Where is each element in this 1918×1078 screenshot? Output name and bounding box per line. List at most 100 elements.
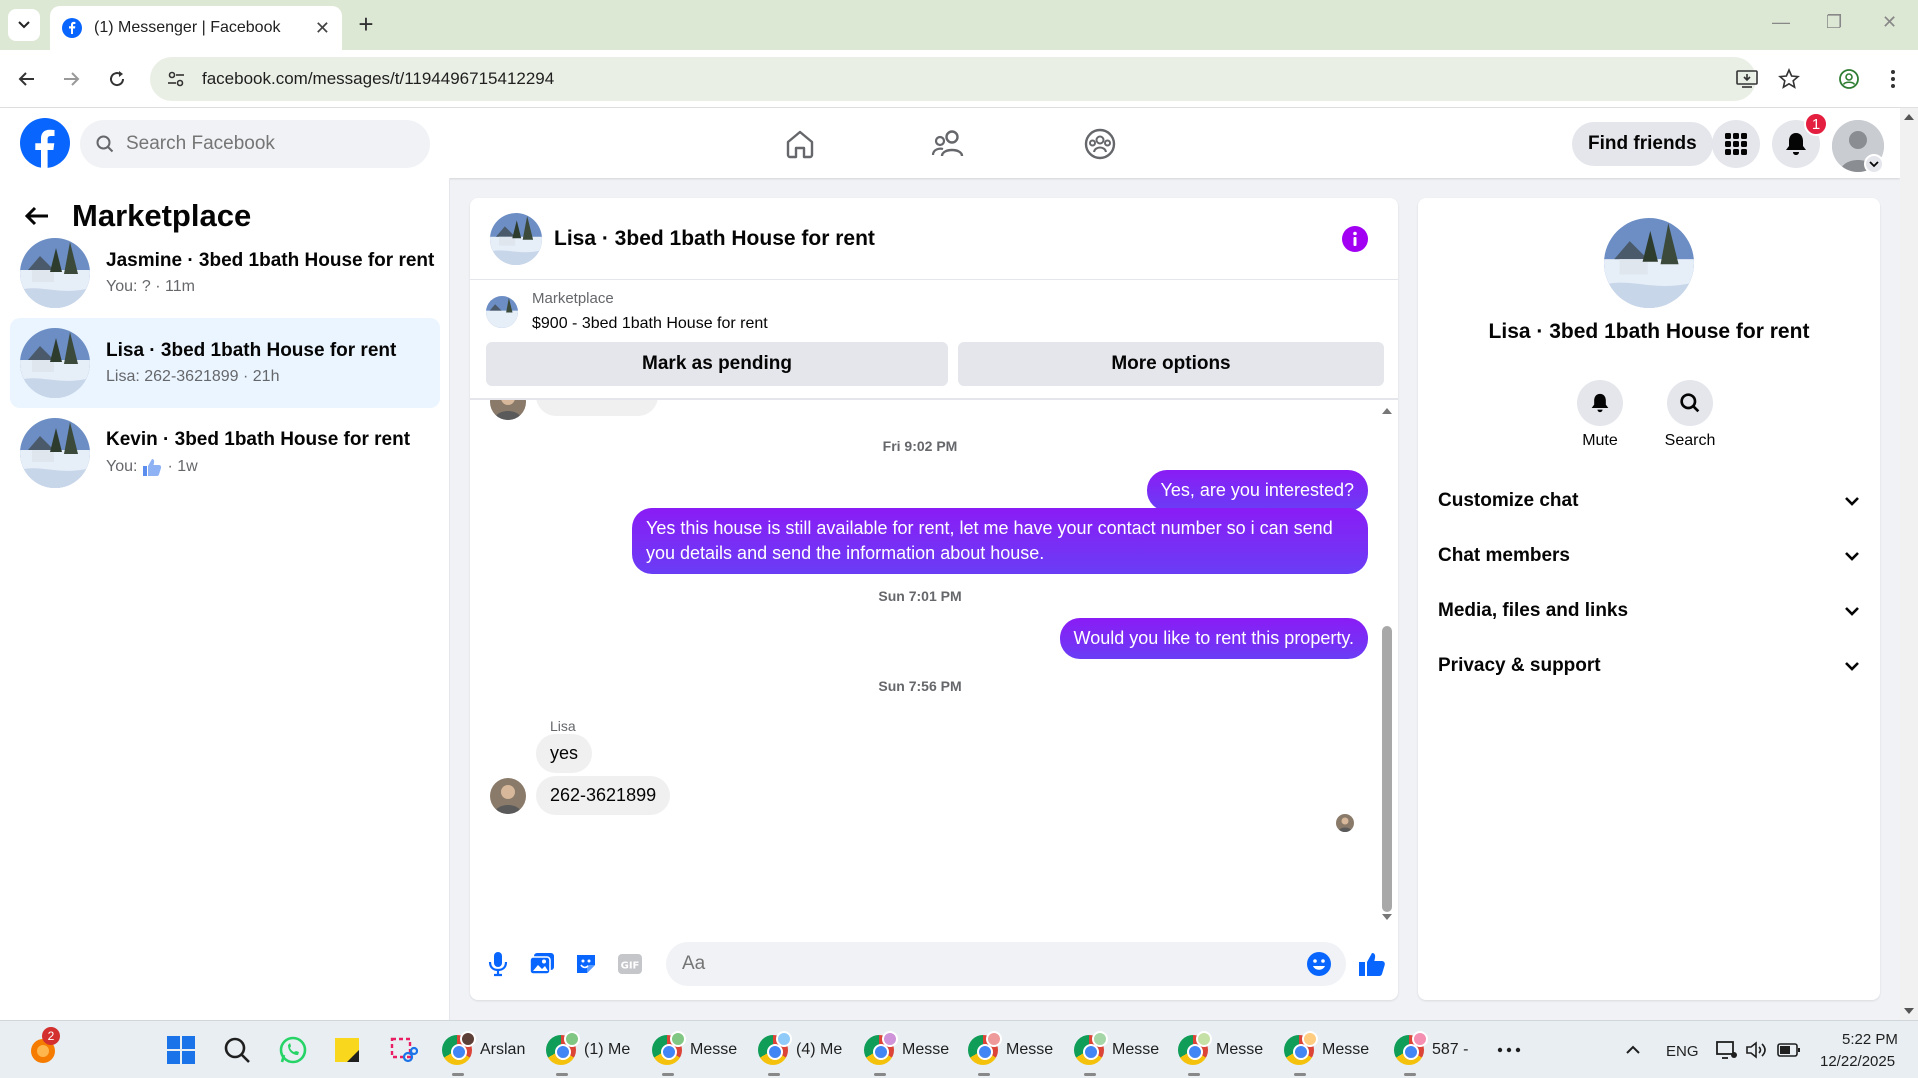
groups-nav-icon[interactable] [1080,124,1120,164]
taskbar-app-messenger[interactable]: Messe [1074,1031,1159,1076]
facebook-favicon-icon [62,18,82,38]
sticker-icon[interactable] [572,950,600,978]
chevron-down-icon [1845,552,1859,561]
chevron-down-icon [18,21,30,29]
language-indicator[interactable]: ENG [1666,1043,1699,1060]
chat-info-avatar[interactable] [1604,218,1694,308]
conversation-item-kevin[interactable]: Kevin · 3bed 1bath House for rent You: ·… [10,408,440,498]
search-icon[interactable] [220,1033,254,1067]
taskbar-app-messenger[interactable]: Messe [1178,1031,1263,1076]
install-app-icon[interactable] [1734,66,1760,92]
volume-icon[interactable] [1740,1033,1774,1067]
page-scrollbar[interactable] [1900,108,1918,1020]
sender-name: Lisa [550,718,576,734]
conversation-item-lisa[interactable]: Lisa · 3bed 1bath House for rent Lisa: 2… [10,318,440,408]
url-text: facebook.com/messages/t/1194496715412294 [202,69,555,88]
back-button[interactable] [14,66,40,92]
seen-avatar [1336,814,1354,832]
more-apps-icon[interactable] [1492,1033,1526,1067]
sticky-notes-icon[interactable] [330,1033,364,1067]
emoji-icon[interactable] [1306,951,1332,977]
notification-app-icon[interactable]: 2 [26,1027,60,1067]
microphone-icon[interactable] [484,950,512,978]
photo-icon[interactable] [528,950,556,978]
network-icon[interactable] [1710,1033,1744,1067]
restore-icon[interactable]: ❐ [1826,12,1842,33]
home-nav-icon[interactable] [780,124,820,164]
facebook-search[interactable] [80,120,430,168]
scrollbar-thumb[interactable] [1382,626,1392,912]
chat-title[interactable]: Lisa · 3bed 1bath House for rent [554,227,875,251]
reload-button[interactable] [104,66,130,92]
address-bar[interactable]: facebook.com/messages/t/1194496715412294 [150,57,1756,101]
menu-button[interactable] [1712,120,1760,168]
taskbar-app-messenger[interactable]: (1) Me [546,1031,630,1076]
profile-icon[interactable] [1836,66,1862,92]
new-tab-button[interactable]: + [352,9,380,39]
mark-as-pending-button[interactable]: Mark as pending [486,342,948,386]
whatsapp-icon[interactable] [276,1033,310,1067]
info-icon[interactable] [1342,226,1368,252]
chat-scrollbar[interactable] [1380,406,1394,926]
facebook-search-input[interactable] [126,133,406,155]
customize-chat-row[interactable]: Customize chat [1438,478,1860,524]
timestamp: Sun 7:01 PM [878,588,962,604]
window-close-icon[interactable]: ✕ [1882,12,1897,33]
message-thread: Fri 9:02 PM Yes, are you interested? Yes… [470,400,1398,928]
bookmark-star-icon[interactable] [1776,66,1802,92]
search-label: Search [1664,432,1716,449]
message-outgoing[interactable]: Yes this house is still available for re… [632,508,1368,574]
browser-tab-messenger[interactable]: (1) Messenger | Facebook ✕ [50,6,342,50]
chat-thumbnail[interactable] [490,212,542,265]
taskbar-app-messenger[interactable]: (4) Me [758,1031,842,1076]
conversation-item-jasmine[interactable]: Jasmine · 3bed 1bath House for rent You:… [10,228,440,318]
back-arrow-icon[interactable] [24,205,50,227]
tab-close-icon[interactable]: ✕ [315,18,330,39]
tab-search-button[interactable] [8,9,40,41]
contact-avatar [490,778,526,814]
clock-date[interactable]: 12/22/2025 [1820,1053,1895,1070]
facebook-logo-icon[interactable] [20,118,70,168]
message-bubble-partial [536,400,658,416]
taskbar-app-messenger[interactable]: Messe [652,1031,737,1076]
section-label: Privacy & support [1438,655,1601,676]
message-input[interactable] [682,953,1242,975]
taskbar-app-messenger[interactable]: Messe [864,1031,949,1076]
media-files-links-row[interactable]: Media, files and links [1438,588,1860,634]
find-friends-button[interactable]: Find friends [1572,122,1713,166]
friends-nav-icon[interactable] [928,124,968,164]
windows-start-icon[interactable] [164,1033,198,1067]
taskbar-badge: 2 [42,1027,60,1045]
search-icon [96,135,114,153]
mute-button[interactable]: Mute [1560,380,1640,450]
minimize-icon[interactable]: — [1772,12,1790,33]
clock-time[interactable]: 5:22 PM [1842,1031,1898,1048]
chevron-up-icon[interactable] [1616,1033,1650,1067]
like-send-icon[interactable] [1358,950,1386,978]
message-composer: GIF [470,928,1398,1000]
taskbar-app-messenger[interactable]: Messe [1284,1031,1369,1076]
marketplace-listing[interactable]: Marketplace $900 - 3bed 1bath House for … [486,290,768,333]
snipping-tool-icon[interactable] [386,1033,420,1067]
gif-icon[interactable]: GIF [616,950,644,978]
chat-panel: Lisa · 3bed 1bath House for rent Marketp… [470,198,1398,1000]
message-outgoing[interactable]: Yes, are you interested? [1146,470,1368,511]
taskbar-app-chrome[interactable]: 587 - [1394,1031,1468,1076]
forward-button[interactable] [58,66,84,92]
message-incoming[interactable]: 262-3621899 [536,776,671,815]
privacy-support-row[interactable]: Privacy & support [1438,643,1860,689]
message-input-field[interactable] [666,942,1346,986]
search-in-chat-button[interactable]: Search [1650,380,1730,450]
taskbar-app-messenger[interactable]: Messe [968,1031,1053,1076]
site-info-icon[interactable] [166,69,186,89]
more-options-button[interactable]: More options [958,342,1384,386]
battery-icon[interactable] [1772,1033,1806,1067]
message-incoming[interactable]: yes [536,734,593,773]
taskbar-app-arslan[interactable]: Arslan [442,1031,525,1076]
message-outgoing[interactable]: Would you like to rent this property. [1059,618,1368,659]
account-chevron-icon[interactable] [1864,154,1884,174]
bell-icon [1786,133,1806,155]
timestamp: Sun 7:56 PM [878,678,962,694]
chat-members-row[interactable]: Chat members [1438,533,1860,579]
browser-menu-icon[interactable] [1880,66,1906,92]
